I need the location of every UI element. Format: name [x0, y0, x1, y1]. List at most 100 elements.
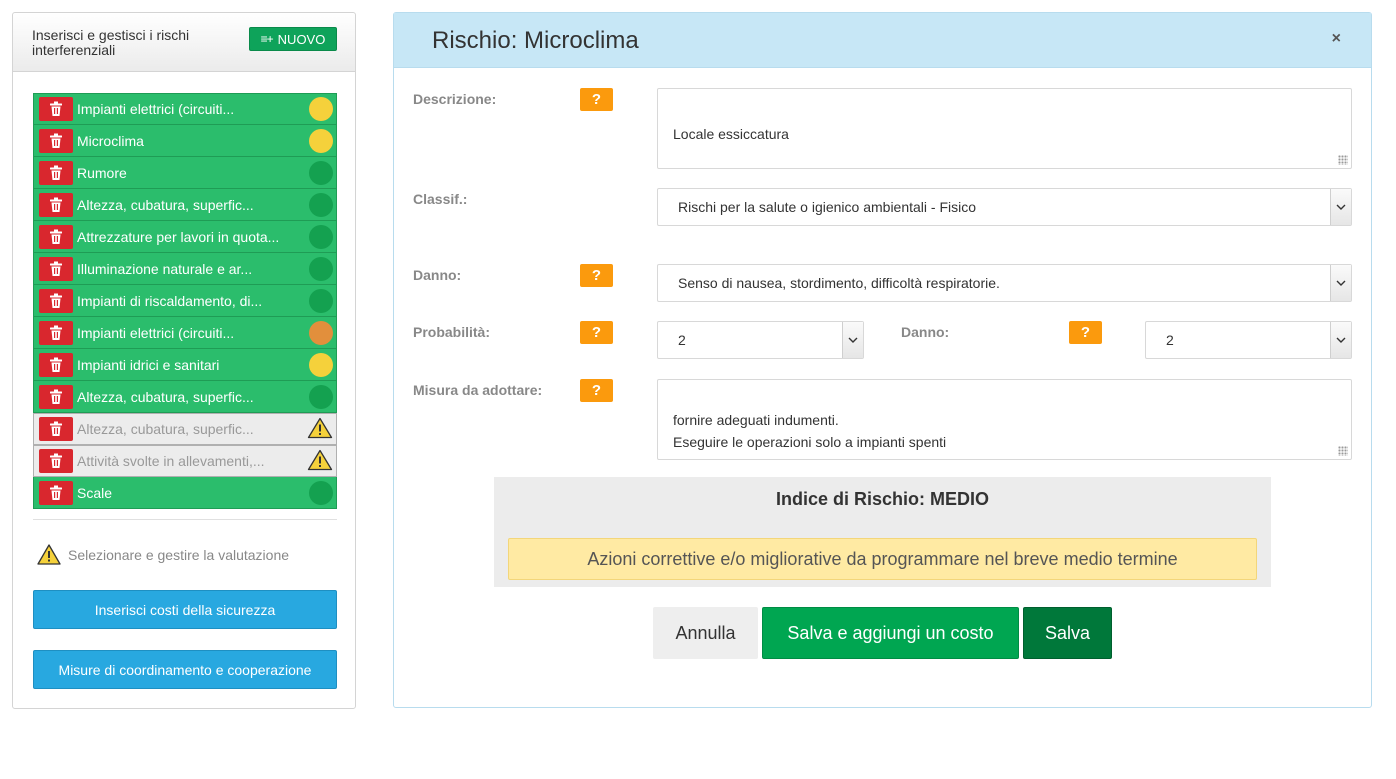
risk-modal: Rischio: Microclima × Descrizione: ? Loc…: [393, 12, 1372, 708]
trash-icon[interactable]: [39, 192, 73, 217]
trash-icon[interactable]: [39, 288, 73, 313]
risk-list-item[interactable]: Scale: [33, 477, 337, 509]
modal-title: Rischio: Microclima: [432, 27, 639, 54]
misura-help-button[interactable]: ?: [580, 379, 613, 402]
risk-item-label: Impianti elettrici (circuiti...: [77, 324, 235, 341]
risk-list-item[interactable]: Impianti idrici e sanitari: [33, 349, 337, 381]
status-dot-green: [309, 288, 333, 313]
chevron-down-icon: [1330, 189, 1351, 225]
trash-icon[interactable]: [39, 417, 73, 441]
misura-textarea[interactable]: fornire adeguati indumenti. Eseguire le …: [657, 379, 1352, 460]
trash-icon[interactable]: [39, 224, 73, 249]
list-add-icon: ≡+: [260, 32, 274, 46]
risk-item-label: Attrezzature per lavori in quota...: [77, 228, 280, 245]
descrizione-value: Locale essiccatura: [673, 126, 789, 142]
resize-handle-icon[interactable]: [1338, 155, 1348, 165]
probabilita-value: 2: [678, 332, 686, 348]
descrizione-textarea[interactable]: Locale essiccatura: [657, 88, 1352, 169]
risk-item-label: Altezza, cubatura, superfic...: [77, 196, 254, 213]
danno-level-help-button[interactable]: ?: [1069, 321, 1102, 344]
warning-icon: [37, 544, 61, 565]
trash-icon[interactable]: [39, 352, 73, 377]
risk-item-label: Illuminazione naturale e ar...: [77, 260, 253, 277]
risk-list-item[interactable]: Impianti di riscaldamento, di...: [33, 285, 337, 317]
modal-header: Rischio: Microclima ×: [394, 13, 1371, 68]
trash-icon[interactable]: [39, 384, 73, 409]
trash-icon[interactable]: [39, 256, 73, 281]
risk-item-label: Altezza, cubatura, superfic...: [77, 421, 254, 437]
status-dot-yellow: [309, 97, 333, 121]
warning-icon: [307, 417, 333, 441]
save-and-add-cost-button[interactable]: Salva e aggiungi un costo: [762, 607, 1019, 659]
close-icon[interactable]: ×: [1332, 30, 1341, 48]
risk-index-panel: Indice di Rischio: MEDIO Azioni corretti…: [494, 477, 1271, 587]
cancel-button[interactable]: Annulla: [653, 607, 758, 659]
status-dot-green: [309, 192, 333, 217]
trash-icon[interactable]: [39, 320, 73, 345]
selection-hint-text: Selezionare e gestire la valutazione: [68, 546, 290, 563]
danno-value: Senso di nausea, stordimento, difficoltà…: [678, 275, 1000, 291]
save-button[interactable]: Salva: [1023, 607, 1112, 659]
risk-list-item[interactable]: Impianti elettrici (circuiti...: [33, 93, 337, 125]
misura-label: Misura da adottare:: [413, 382, 543, 398]
chevron-down-icon: [1330, 265, 1351, 301]
trash-icon[interactable]: [39, 128, 73, 153]
trash-icon[interactable]: [39, 449, 73, 473]
danno-level-label: Danno:: [901, 324, 950, 340]
risk-index-title: Indice di Rischio: MEDIO: [775, 489, 990, 509]
risk-list-item[interactable]: Altezza, cubatura, superfic...: [33, 381, 337, 413]
new-risk-button[interactable]: ≡+ NUOVO: [249, 27, 337, 51]
risk-item-label: Impianti elettrici (circuiti...: [77, 101, 235, 117]
danno-level-value: 2: [1166, 332, 1174, 348]
warning-icon: [307, 449, 333, 473]
danno-select[interactable]: Senso di nausea, stordimento, difficoltà…: [657, 264, 1352, 302]
corrective-actions-alert: Azioni correttive e/o migliorative da pr…: [508, 538, 1257, 580]
danno-level-select[interactable]: 2: [1145, 321, 1352, 359]
status-dot-green: [309, 160, 333, 185]
status-dot-green: [309, 384, 333, 409]
classif-select[interactable]: Rischi per la salute o igienico ambienta…: [657, 188, 1352, 226]
divider: [33, 519, 337, 520]
resize-handle-icon[interactable]: [1338, 446, 1348, 456]
probabilita-select[interactable]: 2: [657, 321, 864, 359]
risk-list-item[interactable]: Altezza, cubatura, superfic...: [33, 413, 337, 445]
chevron-down-icon: [842, 322, 863, 358]
risk-item-label: Scale: [77, 484, 113, 501]
risk-item-label: Altezza, cubatura, superfic...: [77, 388, 254, 405]
status-dot-green: [309, 224, 333, 249]
risk-item-label: Impianti idrici e sanitari: [77, 356, 220, 373]
status-dot-green: [309, 256, 333, 281]
risk-list-item[interactable]: Altezza, cubatura, superfic...: [33, 189, 337, 221]
probabilita-label: Probabilità:: [413, 324, 491, 340]
new-risk-label: NUOVO: [277, 31, 326, 47]
chevron-down-icon: [1330, 322, 1351, 358]
risk-list-item[interactable]: Attività svolte in allevamenti,...: [33, 445, 337, 477]
risk-list: Impianti elettrici (circuiti... Microclim…: [33, 93, 337, 509]
risk-list-item[interactable]: Rumore: [33, 157, 337, 189]
risk-item-label: Impianti di riscaldamento, di...: [77, 292, 263, 309]
risk-list-item[interactable]: Microclima: [33, 125, 337, 157]
risk-item-label: Microclima: [77, 132, 144, 149]
safety-costs-button[interactable]: Inserisci costi della sicurezza: [33, 590, 337, 629]
probabilita-help-button[interactable]: ?: [580, 321, 613, 344]
status-dot-yellow: [309, 352, 333, 377]
danno-help-button[interactable]: ?: [580, 264, 613, 287]
sidebar-title: Inserisci e gestisci i rischi interferen…: [32, 27, 190, 58]
descrizione-help-button[interactable]: ?: [580, 88, 613, 111]
status-dot-yellow: [309, 128, 333, 153]
descrizione-label: Descrizione:: [413, 91, 497, 107]
trash-icon[interactable]: [39, 480, 73, 505]
risk-item-label: Attività svolte in allevamenti,...: [77, 453, 265, 469]
status-dot-orange: [309, 320, 333, 345]
danno-label: Danno:: [413, 267, 462, 283]
trash-icon[interactable]: [39, 160, 73, 185]
misura-value: fornire adeguati indumenti. Eseguire le …: [673, 412, 947, 450]
classif-value: Rischi per la salute o igienico ambienta…: [678, 199, 977, 215]
risk-list-item[interactable]: Impianti elettrici (circuiti...: [33, 317, 337, 349]
risk-list-item[interactable]: Attrezzature per lavori in quota...: [33, 221, 337, 253]
coordination-measures-button[interactable]: Misure di coordinamento e cooperazione: [33, 650, 337, 689]
risk-list-item[interactable]: Illuminazione naturale e ar...: [33, 253, 337, 285]
risk-item-label: Rumore: [77, 164, 127, 181]
trash-icon[interactable]: [39, 97, 73, 121]
status-dot-green: [309, 480, 333, 505]
